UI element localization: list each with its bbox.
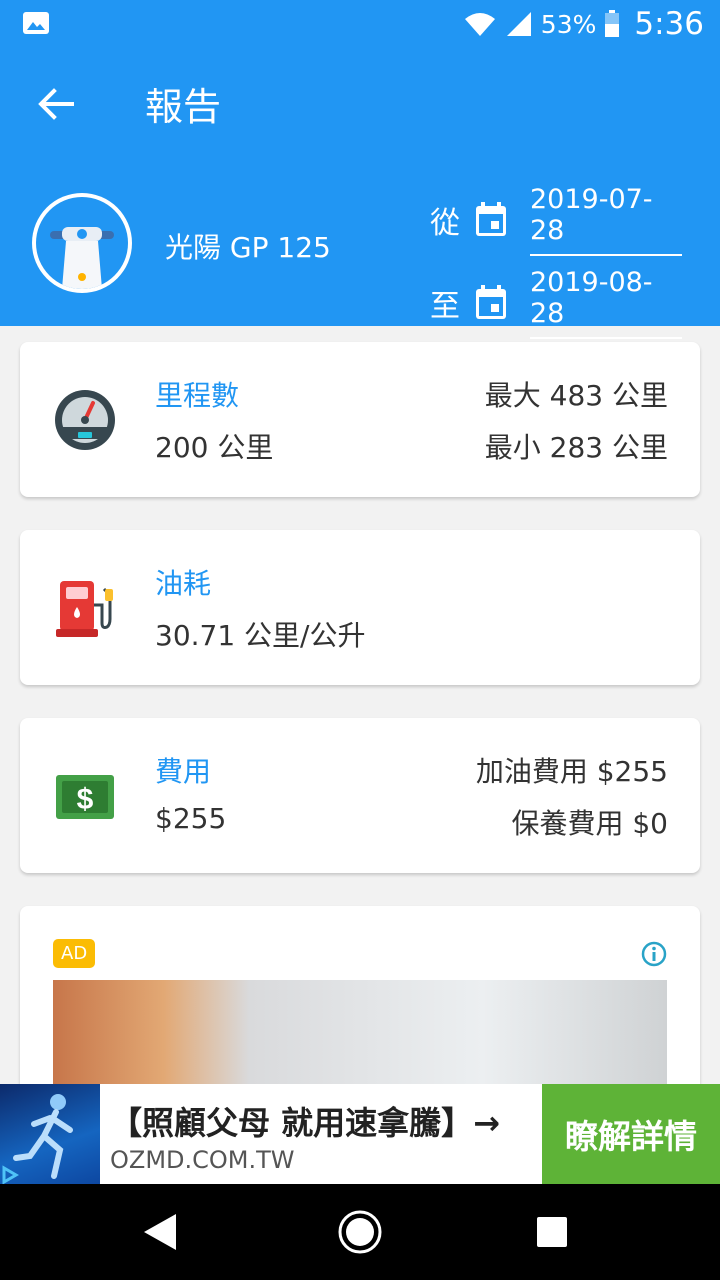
banner-headline: 【照顧父母 就用速拿騰】→ [110,1104,500,1142]
vehicle-avatar [32,193,132,293]
nav-recents-icon[interactable] [528,1208,576,1256]
fuel-label: 油耗 [155,567,212,600]
calendar-icon[interactable] [474,202,508,238]
maintenance-cost: 保養費用 $0 [511,807,668,840]
dollar-bill-icon: $ [56,774,114,819]
battery-icon [605,10,620,37]
banner-url: OZMD.COM.TW [110,1146,295,1174]
fuel-consumption-card: 油耗 30.71 公里/公升 [20,530,700,685]
to-date-field[interactable]: 2019-08-28 [530,267,682,339]
to-label: 至 [430,289,460,324]
from-date-field[interactable]: 2019-07-28 [530,184,682,256]
wifi-icon [464,13,495,36]
scooter-icon [50,227,114,289]
cost-value: $255 [155,802,227,835]
vehicle-name: 光陽 GP 125 [165,231,331,264]
mileage-max: 最大 483 公里 [484,379,668,412]
mileage-min: 最小 283 公里 [484,431,668,464]
speedometer-icon [55,389,115,450]
ad-card[interactable]: AD [20,906,700,1106]
runner-icon [2,1094,73,1185]
to-date-row: 至 2019-08-28 [430,267,682,339]
navigation-bar [0,1184,720,1280]
info-icon[interactable] [640,940,668,968]
learn-more-button[interactable]: 瞭解詳情 [542,1084,720,1184]
mileage-label: 里程數 [155,379,240,412]
from-label: 從 [430,206,460,241]
cost-label: 費用 [155,755,212,788]
cost-card: $ 費用 $255 加油費用 $255 保養費用 $0 [20,718,700,873]
image-notification-icon [23,12,49,34]
mileage-value: 200 公里 [155,431,274,464]
calendar-icon[interactable] [474,285,508,321]
banner-thumbnail [0,1084,100,1185]
mileage-card: 里程數 200 公里 最大 483 公里 最小 283 公里 [20,342,700,497]
app-header: 報告 光陽 GP 125 從 2019-07-28 至 2019-08-28 [0,48,720,339]
fuel-pump-icon [56,580,113,637]
fuel-cost: 加油費用 $255 [475,755,668,788]
nav-home-icon[interactable] [336,1208,384,1256]
page-title: 報告 [145,85,222,129]
ad-badge: AD [53,939,96,968]
banner-ad[interactable]: 【照顧父母 就用速拿騰】→ OZMD.COM.TW 瞭解詳情 [0,1084,720,1185]
svg-text:$: $ [77,783,94,816]
back-arrow-icon[interactable] [34,82,78,126]
signal-icon [506,12,531,36]
battery-percent: 53% [540,9,597,39]
status-bar: 53% 5:36 [0,0,720,48]
from-date-row: 從 2019-07-28 [430,184,682,256]
nav-back-icon[interactable] [136,1208,184,1256]
fuel-value: 30.71 公里/公升 [155,619,366,652]
clock: 5:36 [634,6,704,42]
